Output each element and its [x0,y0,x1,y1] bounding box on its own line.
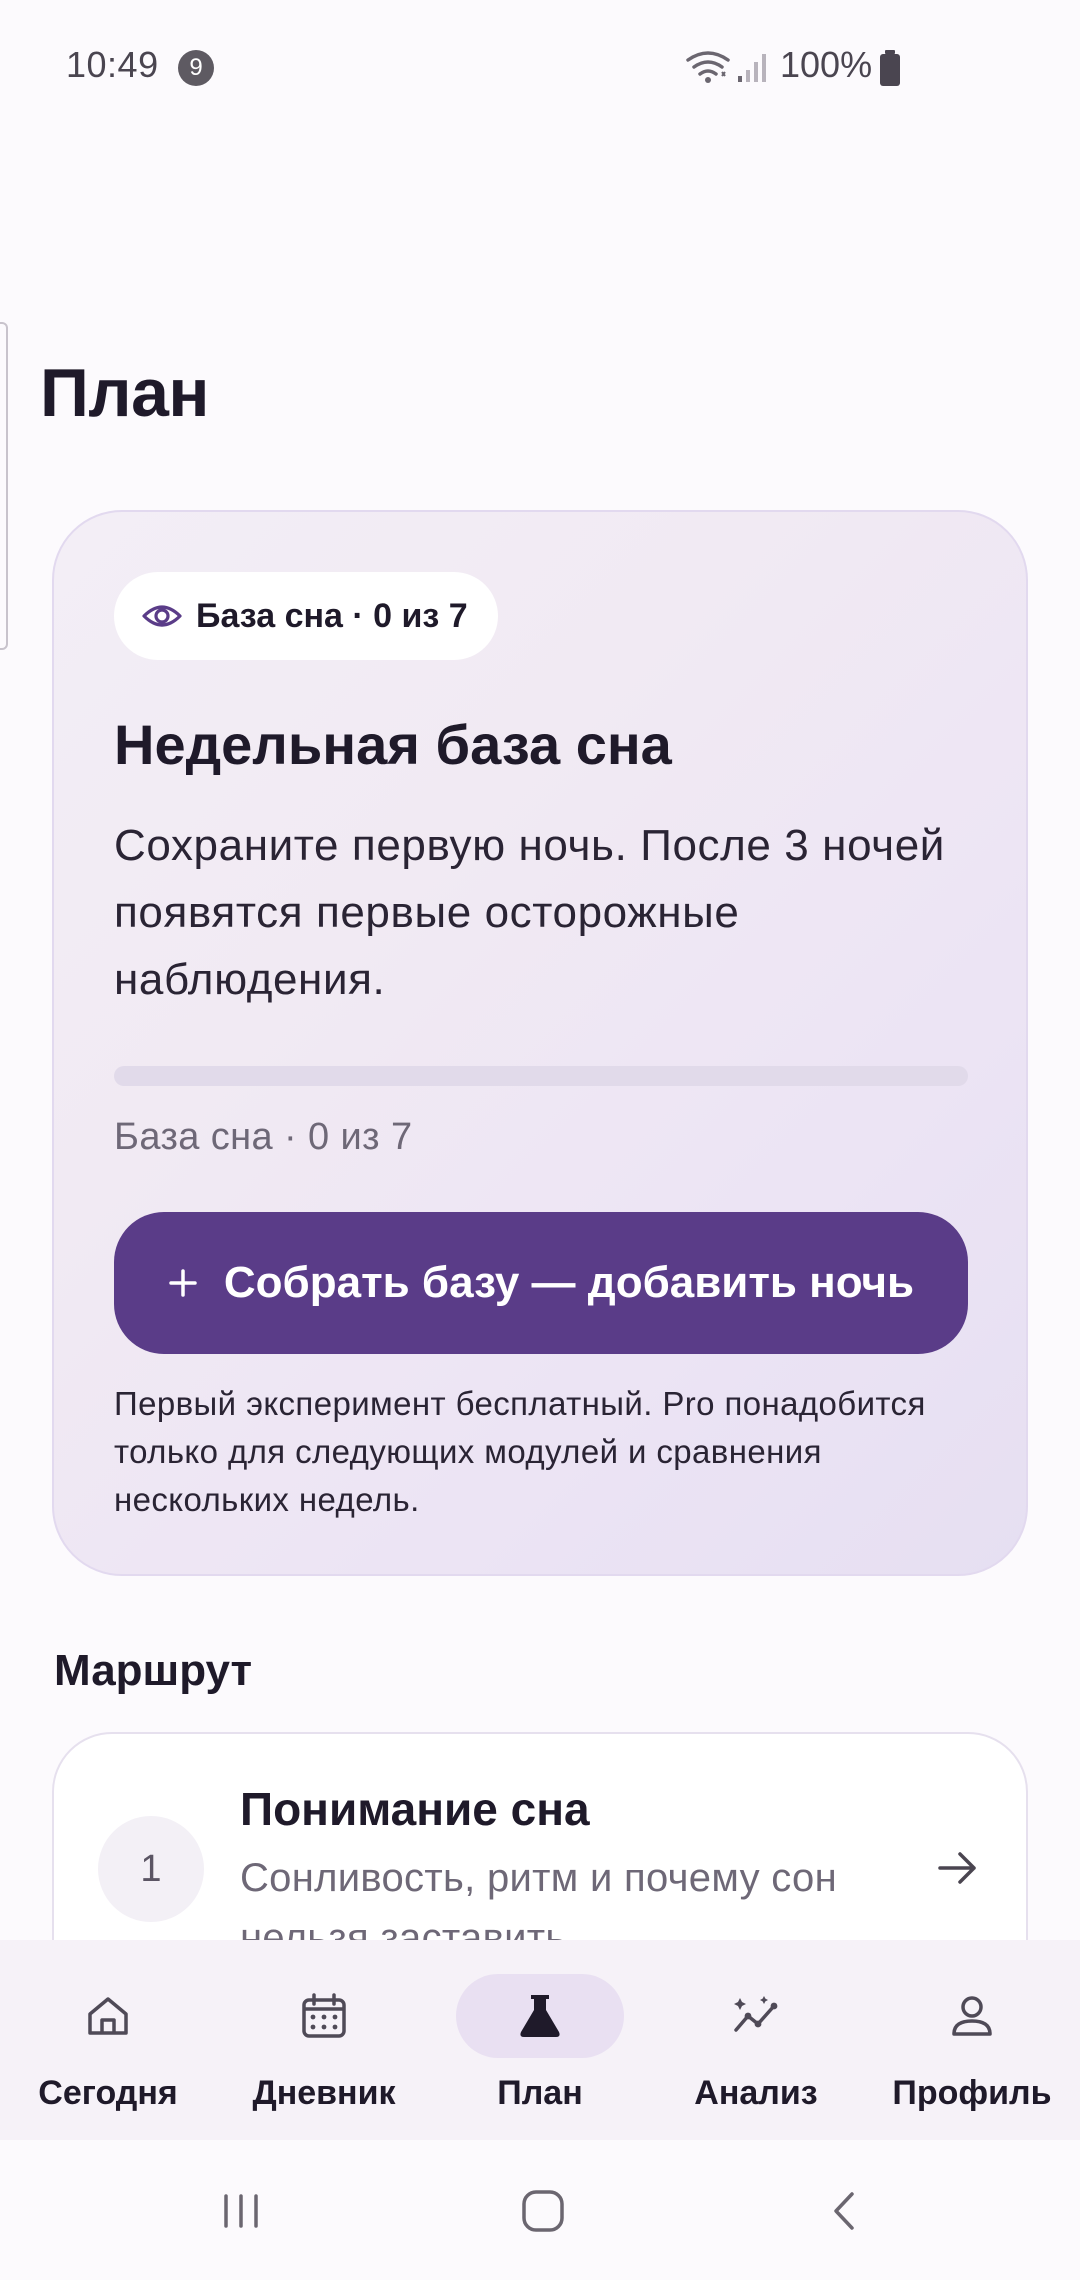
battery-icon [880,50,900,86]
route-section-title: Маршрут [54,1646,253,1695]
nav-label-diary: Дневник [252,2074,396,2112]
recent-apps-button[interactable] [196,2166,286,2256]
system-navigation-bar [0,2140,1080,2280]
pro-note: Первый эксперимент бесплатный. Pro понад… [114,1385,926,1518]
baseline-progress-bar [114,1066,968,1086]
edge-panel-handle[interactable] [0,322,8,650]
battery-percentage: 100% [780,44,873,85]
add-night-button-label: Собрать базу — добавить ночь [223,1258,915,1307]
bottom-navigation: Сегодня Дневник План Анализ Профиль [0,1940,1080,2140]
plus-icon [169,1269,197,1297]
add-night-button[interactable]: Собрать базу — добавить ночь [114,1212,968,1354]
home-icon [88,1997,128,2035]
arrow-right-icon [938,1852,976,1884]
nav-label-analysis: Анализ [694,2074,818,2112]
card-description: Сохраните первую ночь. После 3 ночей поя… [114,821,945,1004]
person-icon [952,1996,992,2036]
nav-item-analysis[interactable]: Анализ [648,1940,864,2140]
route-item-title: Понимание сна [240,1783,590,1835]
back-icon [834,2192,854,2230]
nav-label-today: Сегодня [38,2074,178,2112]
card-title: Недельная база сна [114,713,672,776]
baseline-status-chip: База сна · 0 из 7 [114,572,498,660]
progress-label: База сна · 0 из 7 [114,1116,413,1158]
status-time: 10:49 [66,44,159,85]
wifi-icon [686,51,730,83]
nav-item-plan[interactable]: План [432,1940,648,2140]
flask-icon [520,1995,560,2037]
nav-item-today[interactable]: Сегодня [0,1940,216,2140]
back-button[interactable] [800,2166,890,2256]
chart-icon [734,1996,778,2032]
route-step-number: 1 [98,1816,204,1922]
screen: 10:49 9 100% План База сна · 0 из 7 Неде… [0,0,1080,2280]
eye-icon [142,605,182,627]
calendar-icon [302,1993,346,2038]
notification-count-badge: 9 [178,50,214,86]
signal-icon [738,54,766,82]
home-circle-icon [522,2190,564,2232]
nav-item-profile[interactable]: Профиль [864,1940,1080,2140]
status-bar: 10:49 9 100% [0,0,1080,130]
nav-label-profile: Профиль [892,2074,1052,2112]
page-title: План [40,355,209,431]
nav-item-diary[interactable]: Дневник [216,1940,432,2140]
recent-apps-icon [224,2194,258,2228]
nav-label-plan: План [497,2074,583,2112]
baseline-card: База сна · 0 из 7 Недельная база сна Сох… [52,510,1028,1576]
chip-label: База сна · 0 из 7 [196,596,468,635]
home-button[interactable] [498,2166,588,2256]
